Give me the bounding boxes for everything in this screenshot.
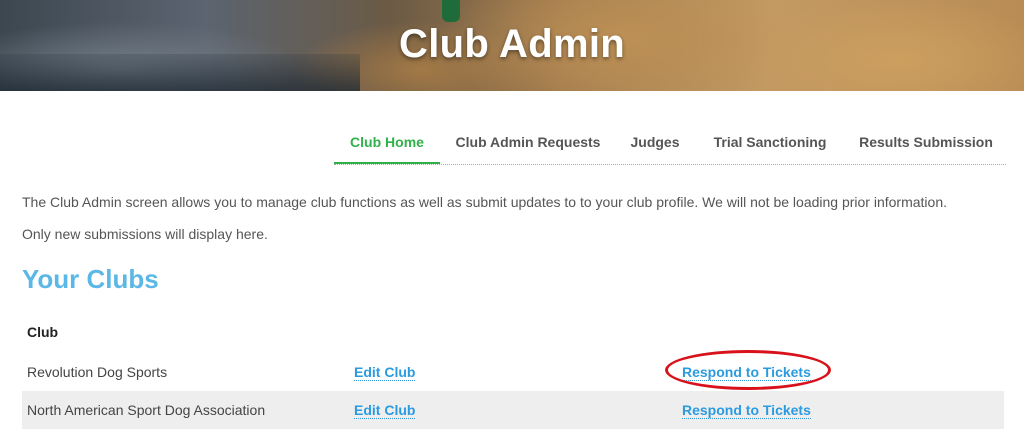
table-row: North American Sport Dog Association Edi…	[22, 391, 1004, 429]
intro-line-1: The Club Admin screen allows you to mana…	[22, 194, 947, 210]
edit-club-link[interactable]: Edit Club	[354, 402, 416, 419]
tab-bar: Club Home Club Admin Requests Judges Tri…	[334, 128, 1006, 165]
tab-results-submission[interactable]: Results Submission	[851, 128, 1001, 162]
respond-to-tickets-link[interactable]: Respond to Tickets	[682, 364, 811, 381]
club-column-header: Club	[27, 324, 59, 340]
club-name: Revolution Dog Sports	[27, 364, 168, 380]
banner-dog-collar	[442, 0, 460, 22]
your-clubs-heading: Your Clubs	[22, 264, 159, 294]
table-row: Revolution Dog Sports Edit Club Respond …	[22, 353, 1004, 391]
edit-club-link[interactable]: Edit Club	[354, 364, 416, 381]
club-name: North American Sport Dog Association	[27, 402, 266, 418]
tab-club-home[interactable]: Club Home	[334, 128, 440, 164]
header-banner: Club Admin	[0, 0, 1024, 91]
tab-trial-sanctioning[interactable]: Trial Sanctioning	[704, 128, 836, 162]
page-title: Club Admin	[399, 22, 625, 66]
tab-club-admin-requests[interactable]: Club Admin Requests	[449, 128, 607, 162]
intro-text: The Club Admin screen allows you to mana…	[22, 186, 1012, 250]
tab-judges[interactable]: Judges	[623, 128, 687, 162]
respond-to-tickets-link[interactable]: Respond to Tickets	[682, 402, 811, 419]
intro-line-2: Only new submissions will display here.	[22, 226, 268, 242]
